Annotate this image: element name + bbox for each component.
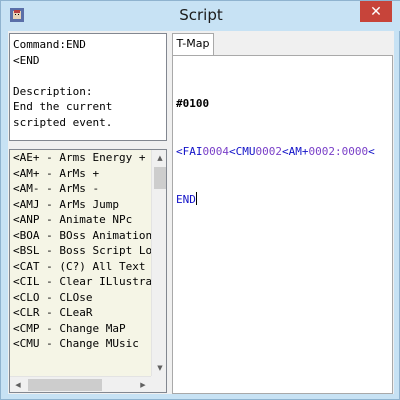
script-window: Script ✕ Command:END <END Description: E… [0,0,400,400]
script-editor[interactable]: #0100 <FAI0004<CMU0002<AM+0002:0000< END [172,55,393,394]
script-token: 0002 [255,145,283,158]
close-icon: ✕ [370,3,382,20]
scroll-down-icon[interactable]: ▼ [152,360,166,376]
list-item[interactable]: <AE+ - Arms Energy + [10,150,151,166]
list-item[interactable]: <ANP - Animate NPc [10,212,151,228]
tab-t-map[interactable]: T-Map [172,33,214,55]
vertical-scroll-thumb[interactable] [154,167,166,189]
window-title: Script [179,6,223,24]
list-item[interactable]: <AM+ - ArMs + [10,166,151,182]
script-token: <FAI [176,145,203,158]
list-item[interactable]: <CIL - Clear ILlustration [10,274,151,290]
command-description: Command:END <END Description: End the cu… [9,33,167,141]
script-token: <AM+ [282,145,309,158]
horizontal-scrollbar[interactable]: ◀ ▶ [10,376,151,392]
scrollbar-corner [151,376,166,392]
close-button[interactable]: ✕ [360,1,392,22]
right-pane: T-Map #0100 <FAI0004<CMU0002<AM+0002:000… [171,31,394,394]
list-item[interactable]: <AMJ - ArMs Jump [10,197,151,213]
script-token: END [176,193,196,206]
list-item[interactable]: <AM- - ArMs - [10,181,151,197]
list-item[interactable]: <CLO - CLOse [10,290,151,306]
script-token: 0004 [202,145,230,158]
command-list[interactable]: <AE+ - Arms Energy + <AM+ - ArMs + <AM- - … [9,149,167,393]
vertical-scrollbar[interactable]: ▲ ▼ [151,150,166,376]
list-item[interactable]: <BOA - BOss Animation [10,228,151,244]
script-token: < [368,145,375,158]
scroll-left-icon[interactable]: ◀ [10,377,26,392]
list-item[interactable]: <CAT - (C?) All Text [10,259,151,275]
event-number: #0100 [176,97,210,110]
script-line: END [176,192,375,208]
title-bar[interactable]: Script ✕ [1,1,400,31]
script-code[interactable]: #0100 <FAI0004<CMU0002<AM+0002:0000< END [176,64,375,240]
scroll-up-icon[interactable]: ▲ [152,150,166,166]
list-item[interactable]: <CMU - Change MUsic [10,336,151,352]
command-list-items: <AE+ - Arms Energy + <AM+ - ArMs + <AM- - … [10,150,151,376]
list-item[interactable]: <BSL - Boss Script Load [10,243,151,259]
script-line: <FAI0004<CMU0002<AM+0002:0000< [176,144,375,160]
client-area: Command:END <END Description: End the cu… [8,31,394,394]
script-token: <CMU [229,145,256,158]
horizontal-scroll-thumb[interactable] [28,379,102,391]
scroll-right-icon[interactable]: ▶ [135,377,151,392]
left-pane: Command:END <END Description: End the cu… [8,31,169,394]
text-caret [195,192,197,205]
script-token: 0002:0000 [308,145,369,158]
list-item[interactable]: <CMP - Change MaP [10,321,151,337]
list-item[interactable]: <CLR - CLeaR [10,305,151,321]
